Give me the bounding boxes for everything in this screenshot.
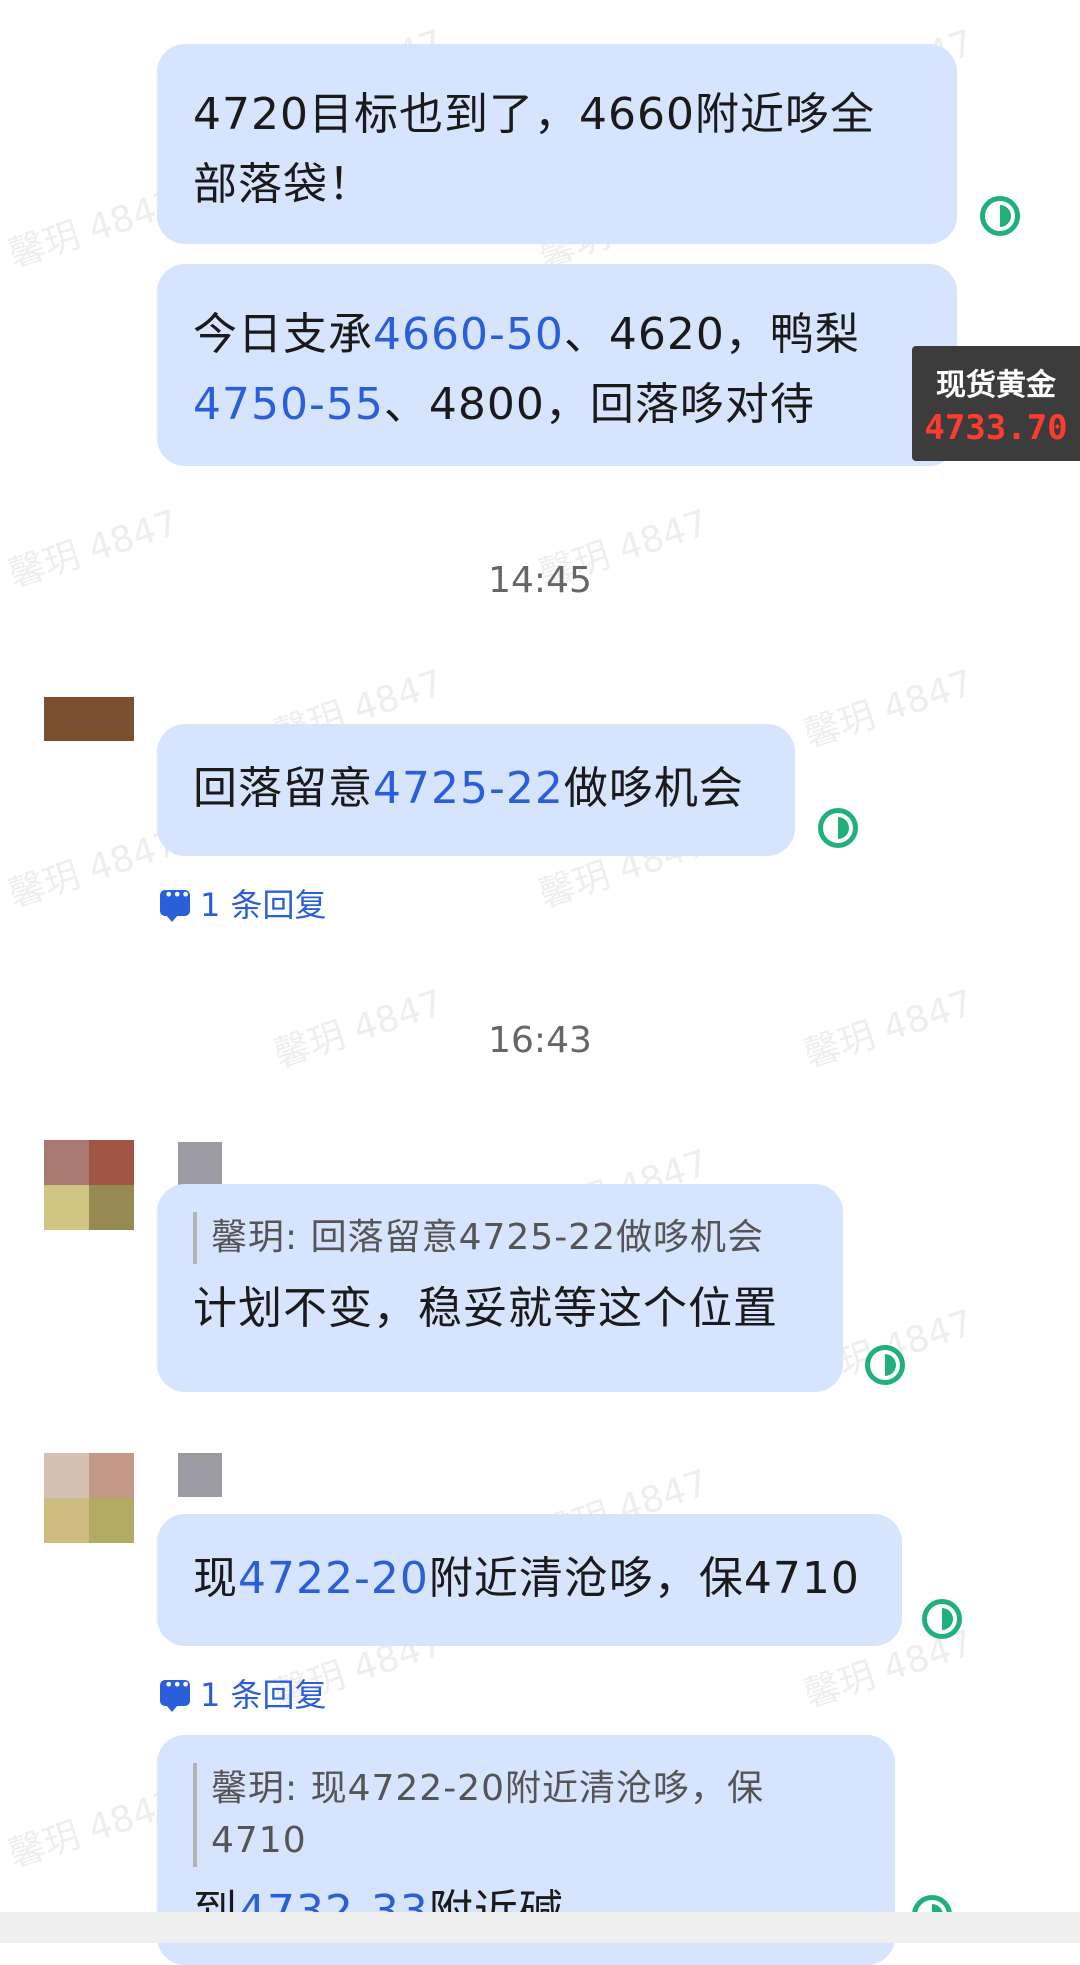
avatar-pixel [89, 1185, 134, 1230]
sender-name-block [178, 1142, 222, 1186]
avatar-pixel [44, 1453, 89, 1498]
read-status-icon [818, 808, 858, 848]
message-text: 计划不变，稳妥就等这个位置 [193, 1283, 778, 1334]
message-text: 、4800，回落哆对待 [383, 379, 815, 430]
read-status-icon [865, 1345, 905, 1385]
quoted-message[interactable]: 馨玥: 现4722-20附近清沧哆，保4710 [193, 1763, 859, 1867]
reply-count-link[interactable]: 1 条回复 [160, 880, 327, 926]
message-text: 回落留意 [193, 763, 373, 814]
spot-gold-price-widget[interactable]: 现货黄金 4733.70 [912, 346, 1080, 461]
price-range-link[interactable]: 4750-55 [193, 379, 384, 430]
avatar-pixel [89, 1140, 134, 1185]
reply-count-link[interactable]: 1 条回复 [160, 1670, 327, 1716]
read-status-icon [922, 1599, 962, 1639]
bottom-bar [0, 1912, 1080, 1943]
avatar[interactable] [44, 697, 134, 741]
message-bubble[interactable]: 4720目标也到了，4660附近哆全 部落袋！ [157, 44, 957, 244]
avatar-pixel [44, 1185, 89, 1230]
reply-count-label: 1 条回复 [200, 886, 327, 924]
message-text: 做哆机会 [563, 763, 744, 814]
quoted-message[interactable]: 馨玥: 回落留意4725-22做哆机会 [193, 1212, 807, 1264]
comment-icon [160, 1675, 190, 1712]
read-status-icon [980, 196, 1020, 236]
timestamp: 16:43 [488, 1020, 592, 1061]
message-bubble[interactable]: 馨玥: 回落留意4725-22做哆机会 计划不变，稳妥就等这个位置 [157, 1184, 843, 1392]
message-text: 今日支承 [193, 309, 373, 360]
comment-icon [160, 885, 190, 922]
message-text: 附近清沧哆，保4710 [428, 1553, 860, 1604]
message-bubble[interactable]: 回落留意4725-22做哆机会 [157, 724, 795, 856]
price-widget-title: 现货黄金 [936, 368, 1056, 403]
message-bubble[interactable]: 现4722-20附近清沧哆，保4710 [157, 1514, 902, 1646]
avatar-pixel [89, 1453, 134, 1498]
avatar-pixel [44, 1498, 89, 1543]
watermark: 馨玥 4847 [799, 662, 979, 756]
timestamp: 14:45 [488, 560, 592, 601]
message-text: 4720目标也到了，4660附近哆全 [193, 89, 875, 140]
message-bubble[interactable]: 今日支承4660-50、4620，鸭梨 4750-55、4800，回落哆对待 [157, 264, 957, 466]
price-range-link[interactable]: 4722-20 [238, 1553, 429, 1604]
message-line: 今日支承4660-50、4620，鸭梨 [193, 300, 921, 370]
message-text: 现 [193, 1553, 238, 1604]
avatar[interactable] [44, 1453, 134, 1543]
price-widget-value: 4733.70 [924, 408, 1068, 448]
avatar-pixel [44, 1140, 89, 1185]
message-text: 、4620，鸭梨 [563, 309, 860, 360]
price-range-link[interactable]: 4660-50 [373, 309, 564, 360]
avatar-pixel [89, 1498, 134, 1543]
avatar[interactable] [44, 1140, 134, 1230]
message-line: 4750-55、4800，回落哆对待 [193, 370, 921, 440]
price-range-link[interactable]: 4725-22 [373, 763, 564, 814]
reply-count-label: 1 条回复 [200, 1676, 327, 1714]
avatar-pixel [44, 697, 134, 741]
message-text: 部落袋！ [193, 159, 373, 210]
sender-name-block [178, 1453, 222, 1497]
